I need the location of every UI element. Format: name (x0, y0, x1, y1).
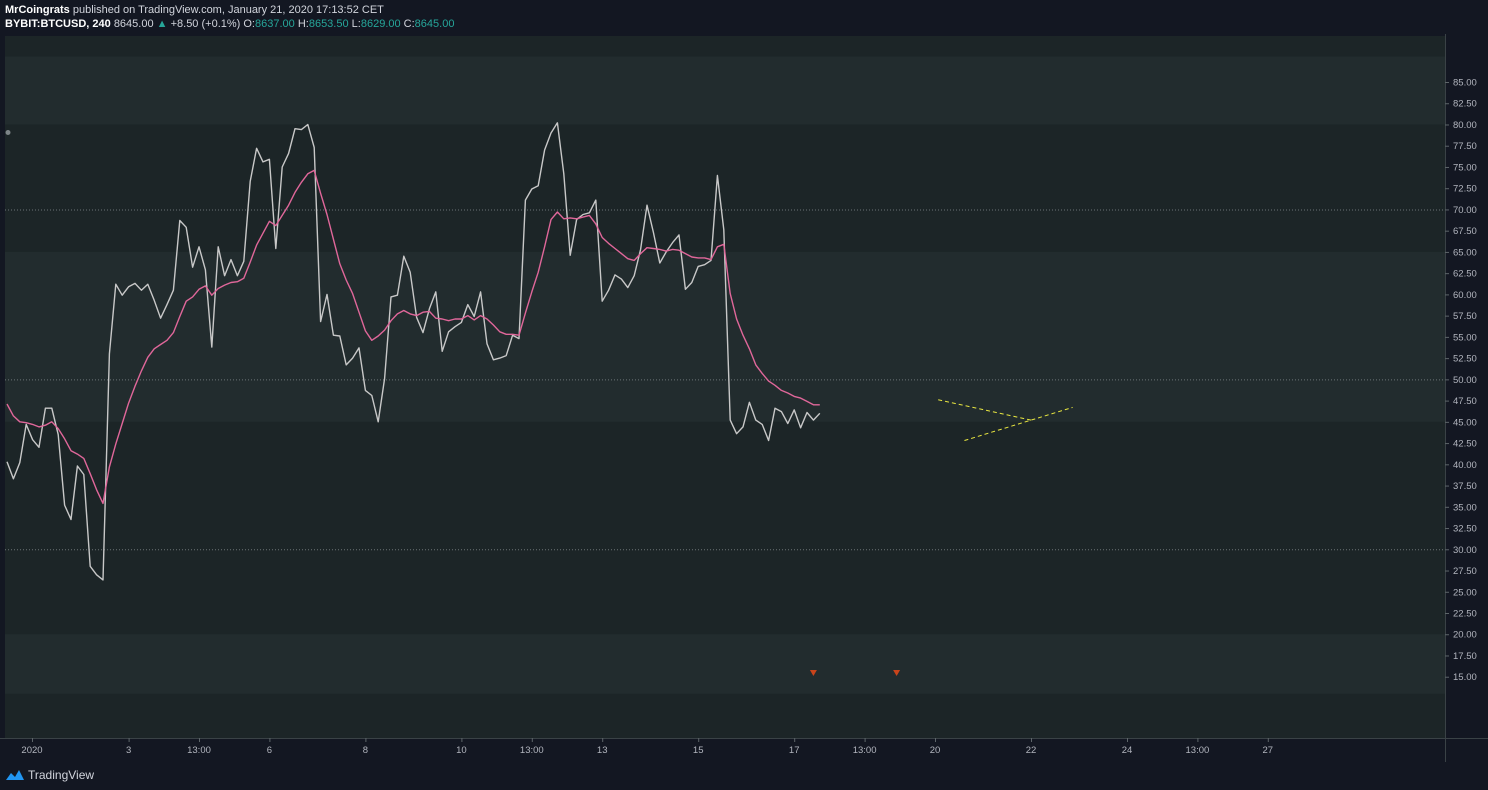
y-tick-label: 17.50 (1453, 651, 1477, 662)
x-tick-label: 13:00 (853, 745, 877, 756)
close-label: C: (403, 18, 415, 30)
y-tick-label: 15.00 (1453, 672, 1477, 683)
open-label: O: (243, 18, 255, 30)
close-value: 8645.00 (414, 18, 455, 30)
y-tick-label: 62.50 (1453, 269, 1477, 280)
y-tick-label: 72.50 (1453, 184, 1477, 195)
publish-info: MrCoingrats published on TradingView.com… (5, 4, 384, 16)
x-tick-label: 2020 (21, 745, 42, 756)
y-tick-label: 37.50 (1453, 481, 1477, 492)
x-tick-label: 6 (267, 745, 272, 756)
x-tick-label: 13 (597, 745, 608, 756)
band-0 (5, 56, 1445, 125)
x-tick-label: 17 (789, 745, 800, 756)
high-value: 8653.50 (308, 18, 349, 30)
x-axis[interactable]: 2020 3 13:00 6 8 10 13:00 13 15 17 13:00 20 22 24 13:0… (21, 738, 1273, 756)
y-tick-label: 30.00 (1453, 545, 1477, 556)
x-tick-label: 22 (1026, 745, 1037, 756)
y-tick-label: 60.00 (1453, 290, 1477, 301)
symbol-label[interactable]: BYBIT:BTCUSD, 240 (5, 18, 111, 30)
x-tick-label: 13:00 (1186, 745, 1210, 756)
y-tick-label: 70.00 (1453, 205, 1477, 216)
price-change: +8.50 (+0.1%) (170, 18, 241, 30)
y-tick-label: 20.00 (1453, 630, 1477, 641)
y-tick-label: 82.50 (1453, 99, 1477, 110)
low-label: L: (351, 18, 361, 30)
y-tick-label: 52.50 (1453, 354, 1477, 365)
tradingview-logo-icon (6, 770, 24, 780)
y-tick-label: 47.50 (1453, 396, 1477, 407)
x-tick-label: 3 (126, 745, 131, 756)
x-tick-label: 15 (693, 745, 704, 756)
published-text: published on TradingView.com, January 21… (72, 4, 384, 16)
x-tick-label: 13:00 (187, 745, 211, 756)
author-name[interactable]: MrCoingrats (5, 4, 70, 16)
y-tick-label: 45.00 (1453, 417, 1477, 428)
x-tick-label: 10 (456, 745, 467, 756)
chart-footer: TradingView (0, 762, 1488, 790)
y-tick-label: 85.00 (1453, 78, 1477, 89)
price-chart[interactable]: 85.00 82.50 80.00 77.50 75.00 72.50 70.00 67.50… (0, 34, 1488, 762)
y-tick-label: 80.00 (1453, 120, 1477, 131)
high-label: H: (297, 18, 309, 30)
open-value: 8637.00 (255, 18, 295, 30)
y-tick-label: 77.50 (1453, 141, 1477, 152)
symbol-info: BYBIT:BTCUSD, 240 8645.00 ▲ +8.50 (+0.1%… (5, 18, 454, 30)
y-tick-label: 32.50 (1453, 524, 1477, 535)
y-tick-label: 65.00 (1453, 247, 1477, 258)
y-tick-label: 57.50 (1453, 311, 1477, 322)
y-tick-label: 50.00 (1453, 375, 1477, 386)
x-tick-label: 27 (1263, 745, 1274, 756)
y-tick-label: 75.00 (1453, 162, 1477, 173)
y-tick-label: 22.50 (1453, 609, 1477, 620)
x-tick-label: 13:00 (520, 745, 544, 756)
brand-name: TradingView (28, 768, 95, 782)
y-tick-label: 27.50 (1453, 566, 1477, 577)
band-2 (5, 634, 1445, 694)
last-price: 8645.00 (113, 18, 154, 30)
y-tick-label: 25.00 (1453, 587, 1477, 598)
y-tick-label: 55.00 (1453, 332, 1477, 343)
x-tick-label: 20 (930, 745, 941, 756)
y-tick-label: 67.50 (1453, 226, 1477, 237)
y-axis[interactable]: 85.00 82.50 80.00 77.50 75.00 72.50 70.00 67.50… (1445, 78, 1477, 684)
y-tick-label: 35.00 (1453, 502, 1477, 513)
y-tick-label: 40.00 (1453, 460, 1477, 471)
change-arrow-icon: ▲ (156, 18, 168, 30)
x-tick-label: 24 (1122, 745, 1133, 756)
x-tick-label: 8 (363, 745, 368, 756)
y-tick-label: 42.50 (1453, 439, 1477, 450)
chart-header: MrCoingrats published on TradingView.com… (0, 0, 1488, 32)
drag-handle-icon (5, 129, 11, 135)
low-value: 8629.00 (360, 18, 401, 30)
